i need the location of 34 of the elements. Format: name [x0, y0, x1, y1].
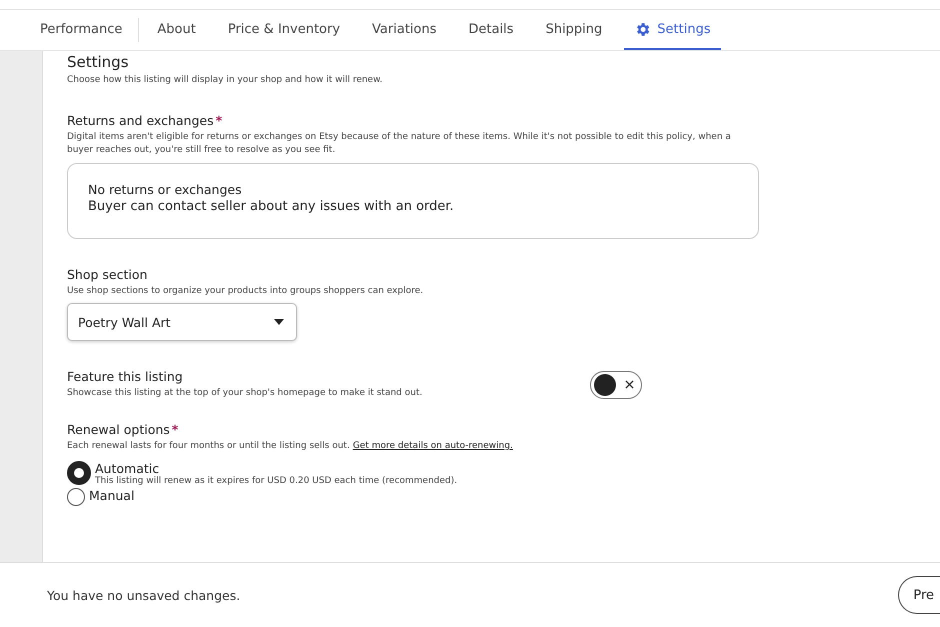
- field-label: Feature this listing: [67, 369, 183, 384]
- field-label: Returns and exchanges: [67, 113, 214, 128]
- radio-button[interactable]: [67, 488, 85, 506]
- policy-text: Buyer can contact seller about any issues with an order.: [88, 199, 455, 214]
- caret-icon: [274, 319, 284, 325]
- field-description: Showcase this listing at the top of your shop's homepage to make it stand out.: [67, 387, 422, 400]
- policy-title: No returns or exchanges: [88, 182, 243, 197]
- required-mark: *: [172, 422, 178, 437]
- option-label: Manual: [89, 488, 134, 503]
- field-description: Use shop sections to organize your products into groups shoppers can explore.: [67, 285, 424, 298]
- field-description: Each renewal lasts for four months or until the listing sells out.: [67, 441, 350, 451]
- required-mark: *: [216, 113, 222, 128]
- section-title: Settings: [67, 53, 130, 71]
- radio-button[interactable]: [67, 461, 91, 485]
- option-label: Automatic: [95, 461, 160, 476]
- tab[interactable]: Details: [458, 10, 524, 50]
- gear-icon: [634, 20, 652, 38]
- shop-section-dropdown[interactable]: Poetry Wall Art: [67, 303, 297, 341]
- preview-button[interactable]: Pre: [898, 576, 940, 614]
- tab[interactable]: Performance: [30, 10, 132, 50]
- tab[interactable]: Variations: [362, 10, 446, 50]
- tab[interactable]: Shipping: [536, 10, 612, 50]
- field-description: Digital items aren't eligible for returns or exchanges on Etsy because of the nature of these items. While it's not possible to edit this policy, when a buyer reaches out, you're still free to resolve as you see fit.: [67, 131, 732, 157]
- tab[interactable]: Price & Inventory: [218, 10, 350, 50]
- section-description: Choose how this listing will display in your shop and how it will renew.: [67, 74, 384, 87]
- close-icon: [625, 380, 634, 389]
- option-description: This listing will renew as it expires for USD 0.20 USD each time (recommended).: [95, 476, 458, 486]
- tab[interactable]: Settings: [624, 10, 721, 50]
- field-label: Shop section: [67, 267, 148, 282]
- tab[interactable]: About: [147, 10, 206, 50]
- auto-renew-link[interactable]: Get more details on auto-renewing.: [352, 441, 513, 451]
- save-status: You have no unsaved changes.: [47, 588, 240, 602]
- feature-toggle[interactable]: [590, 370, 642, 398]
- field-label: Renewal options: [67, 422, 170, 437]
